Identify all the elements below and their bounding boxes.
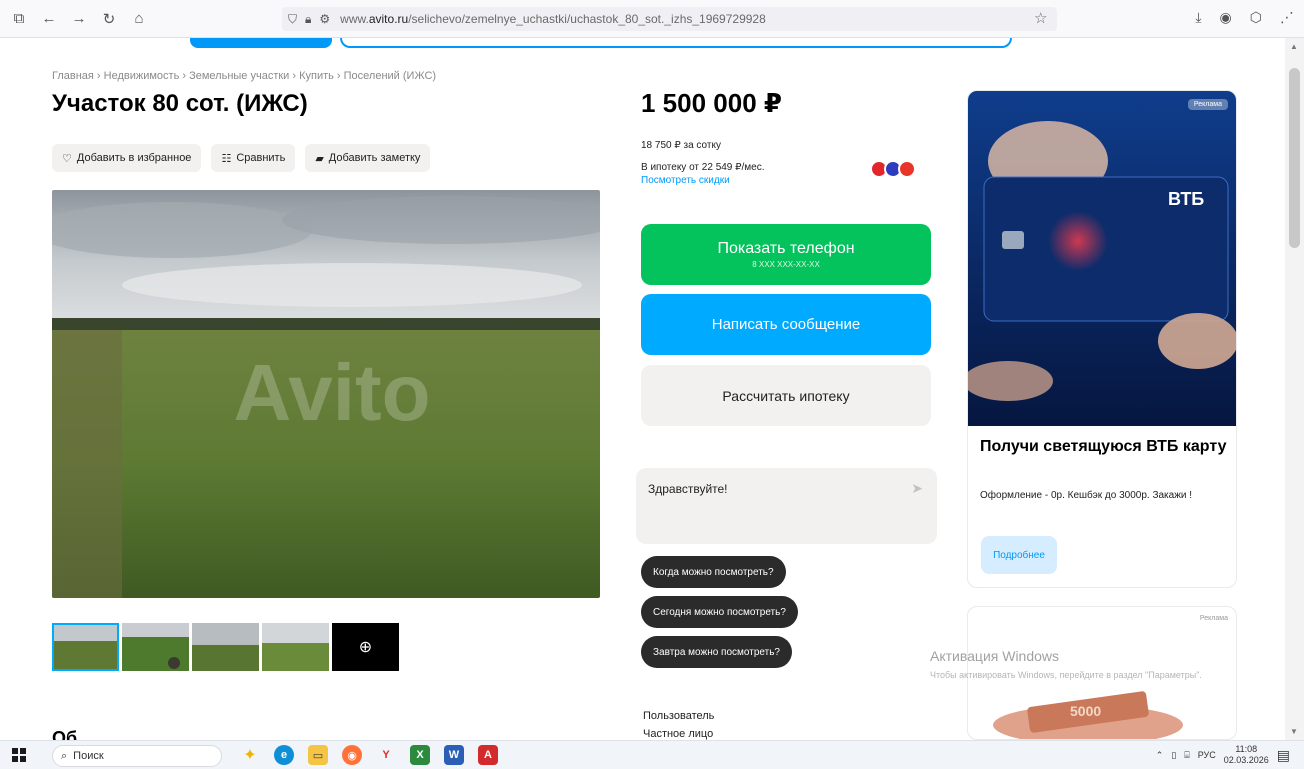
bank-logo-icon xyxy=(898,160,916,178)
network-icon[interactable]: ⌸ xyxy=(1184,750,1189,761)
calc-mortgage-button[interactable]: Рассчитать ипотеку xyxy=(641,365,931,426)
price-per-unit: 18 750 ₽ за сотку xyxy=(641,140,721,151)
taskbar-search[interactable]: ⌕ Поиск xyxy=(52,745,222,767)
quick-question-chip[interactable]: Сегодня можно посмотреть? xyxy=(641,596,798,628)
url-path: /selichevo/zemelnye_uchastki/uchastok_80… xyxy=(408,12,766,26)
acrobat-icon[interactable]: A xyxy=(478,745,498,765)
price: 1 500 000 ₽ xyxy=(641,88,782,118)
section-title: Об xyxy=(52,728,78,740)
url-prefix: www. xyxy=(340,12,369,26)
message-input[interactable]: Здравствуйте! ➤ xyxy=(636,468,937,544)
ad-more-button[interactable]: Подробнее xyxy=(981,536,1057,574)
heart-icon: ♡ xyxy=(62,152,72,165)
scroll-up-icon[interactable]: ▲ xyxy=(1290,42,1298,51)
note-icon: ▰ xyxy=(315,152,324,165)
bookmark-star-icon[interactable]: ☆ xyxy=(1034,9,1047,27)
seller-type: Частное лицо xyxy=(643,728,714,740)
tray-expand-icon[interactable]: ⌃ xyxy=(1156,750,1164,761)
copilot-icon[interactable]: ✦ xyxy=(240,745,260,765)
browser-toolbar: ⧉ ← → ↻ ⌂ ⛉ 🔒︎ ⚙ www. avito.ru/selichevo/… xyxy=(0,0,1304,38)
url-domain: avito.ru xyxy=(368,12,409,26)
back-icon[interactable]: ← xyxy=(38,8,60,30)
vtb-logo: ВТБ xyxy=(1168,189,1205,209)
language-indicator[interactable]: РУС xyxy=(1198,750,1216,760)
word-icon[interactable]: W xyxy=(444,745,464,765)
file-explorer-icon[interactable]: ▭ xyxy=(308,745,328,765)
thumbnail-1[interactable] xyxy=(52,623,119,671)
main-photo[interactable]: Avito xyxy=(52,190,600,598)
breadcrumb[interactable]: Главная › Недвижимость › Земельные участ… xyxy=(52,70,436,82)
clock[interactable]: 11:08 02.03.2026 xyxy=(1224,744,1269,766)
more-photos-icon: ⊕ xyxy=(358,639,373,656)
ad-title: Получи светящуюся ВТБ карту xyxy=(980,438,1227,455)
write-message-button[interactable]: Написать сообщение xyxy=(641,294,931,355)
quick-question-chip[interactable]: Завтра можно посмотреть? xyxy=(641,636,792,668)
downloads-icon[interactable]: ⤓ xyxy=(1195,9,1201,26)
page-scrollbar[interactable]: ▲ ▼ xyxy=(1285,38,1304,740)
permissions-icon[interactable]: ⚙ xyxy=(319,12,330,27)
search-field[interactable] xyxy=(340,38,1012,48)
reload-icon[interactable]: ↻ xyxy=(98,8,120,30)
menu-icon[interactable]: ⋰ xyxy=(1280,9,1294,26)
show-phone-button[interactable]: Показать телефон 8 XXX XXX-XX-XX xyxy=(641,224,931,285)
address-bar[interactable]: ⛉ 🔒︎ ⚙ www. avito.ru/selichevo/zemelnye_u… xyxy=(282,7,1057,31)
quick-questions: Когда можно посмотреть? Сегодня можно по… xyxy=(641,556,798,668)
page-content: Главная › Недвижимость › Земельные участ… xyxy=(0,38,1285,740)
firefox-icon[interactable]: ◉ xyxy=(342,745,362,765)
thumbnail-3[interactable] xyxy=(192,623,259,671)
start-button[interactable] xyxy=(12,748,26,762)
seller-label[interactable]: Пользователь xyxy=(643,710,714,722)
ad-badge: Реклама xyxy=(1187,99,1228,110)
send-icon[interactable]: ➤ xyxy=(911,480,923,497)
banknote-value: 5000 xyxy=(1070,703,1102,719)
scroll-down-icon[interactable]: ▼ xyxy=(1290,727,1298,736)
home-icon[interactable]: ⌂ xyxy=(128,8,150,30)
notifications-icon[interactable]: ▤ xyxy=(1277,747,1290,764)
message-text: Здравствуйте! xyxy=(648,482,728,496)
search-icon: ⌕ xyxy=(61,749,68,762)
compare-button[interactable]: ☷ Сравнить xyxy=(211,144,296,172)
account-icon[interactable]: ◉ xyxy=(1220,9,1232,26)
mortgage-info: В ипотеку от 22 549 ₽/мес. xyxy=(641,162,765,173)
thumbnail-strip: ⊕ xyxy=(52,623,399,671)
all-categories-button[interactable] xyxy=(190,38,332,48)
excel-icon[interactable]: X xyxy=(410,745,430,765)
shield-icon[interactable]: ⛉ xyxy=(288,12,297,27)
edge-icon[interactable]: e xyxy=(274,745,294,765)
sidebar-toggle-icon[interactable]: ⧉ xyxy=(8,8,30,30)
svg-text:Avito: Avito xyxy=(233,348,430,437)
battery-icon[interactable]: ▯ xyxy=(1171,750,1176,761)
scrollbar-thumb[interactable] xyxy=(1289,68,1300,248)
forward-icon[interactable]: → xyxy=(68,8,90,30)
add-favorite-button[interactable]: ♡ Добавить в избранное xyxy=(52,144,202,172)
add-note-button[interactable]: ▰ Добавить заметку xyxy=(305,144,431,172)
thumbnail-2[interactable] xyxy=(122,623,189,671)
discounts-link[interactable]: Посмотреть скидки xyxy=(641,175,730,186)
windows-activation-subtitle: Чтобы активировать Windows, перейдите в … xyxy=(930,670,1202,680)
extensions-icon[interactable]: ⬡ xyxy=(1250,9,1262,26)
lock-icon[interactable]: 🔒︎ xyxy=(305,12,311,27)
field-landscape-image: Avito xyxy=(52,190,600,598)
windows-taskbar: ⌕ Поиск ✦ e ▭ ◉ Y X W A ⌃ ▯ ⌸ РУС 11:08 … xyxy=(0,740,1304,769)
ad-description: Оформление - 0р. Кешбэк до 3000р. Закажи… xyxy=(980,490,1193,501)
thumbnail-4[interactable] xyxy=(262,623,329,671)
page-title: Участок 80 сот. (ИЖС) xyxy=(52,90,308,117)
ad-banner-vtb[interactable]: ВТБ Реклама Получи светящуюся ВТБ карту … xyxy=(967,90,1237,588)
quick-question-chip[interactable]: Когда можно посмотреть? xyxy=(641,556,786,588)
compare-icon: ☷ xyxy=(221,152,232,165)
ad-badge: Реклама xyxy=(1199,615,1228,622)
vtb-card-image xyxy=(968,91,1236,426)
bank-logos xyxy=(870,160,916,178)
yandex-icon[interactable]: Y xyxy=(376,745,396,765)
more-photos-thumbnail[interactable]: ⊕ xyxy=(332,623,399,671)
windows-activation-title: Активация Windows xyxy=(930,648,1060,664)
